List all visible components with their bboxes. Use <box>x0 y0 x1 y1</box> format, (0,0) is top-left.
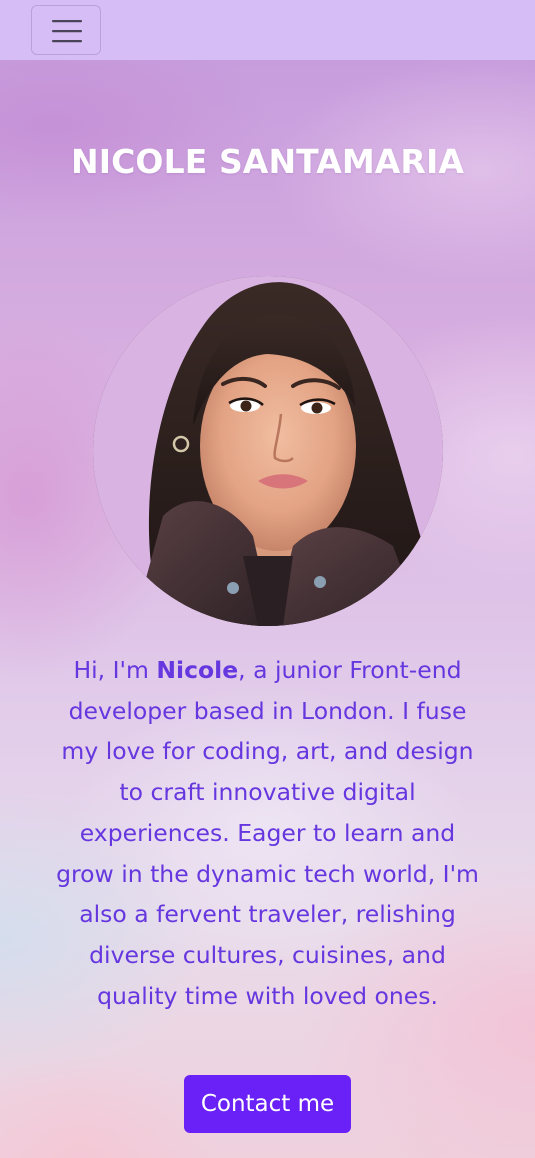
hamburger-menu-icon <box>52 20 82 43</box>
bio-intro: Hi, I'm <box>73 656 157 684</box>
page-title: NICOLE SANTAMARIA <box>71 142 464 181</box>
profile-photo <box>93 276 443 626</box>
bio-paragraph: Hi, I'm Nicole, a junior Front-end devel… <box>55 650 480 1016</box>
contact-me-button[interactable]: Contact me <box>184 1075 351 1133</box>
bio-text: , a junior Front-end developer based in … <box>56 656 479 1010</box>
menu-toggle-button[interactable] <box>31 5 101 55</box>
navbar <box>0 0 535 60</box>
bio-name: Nicole <box>156 656 239 684</box>
